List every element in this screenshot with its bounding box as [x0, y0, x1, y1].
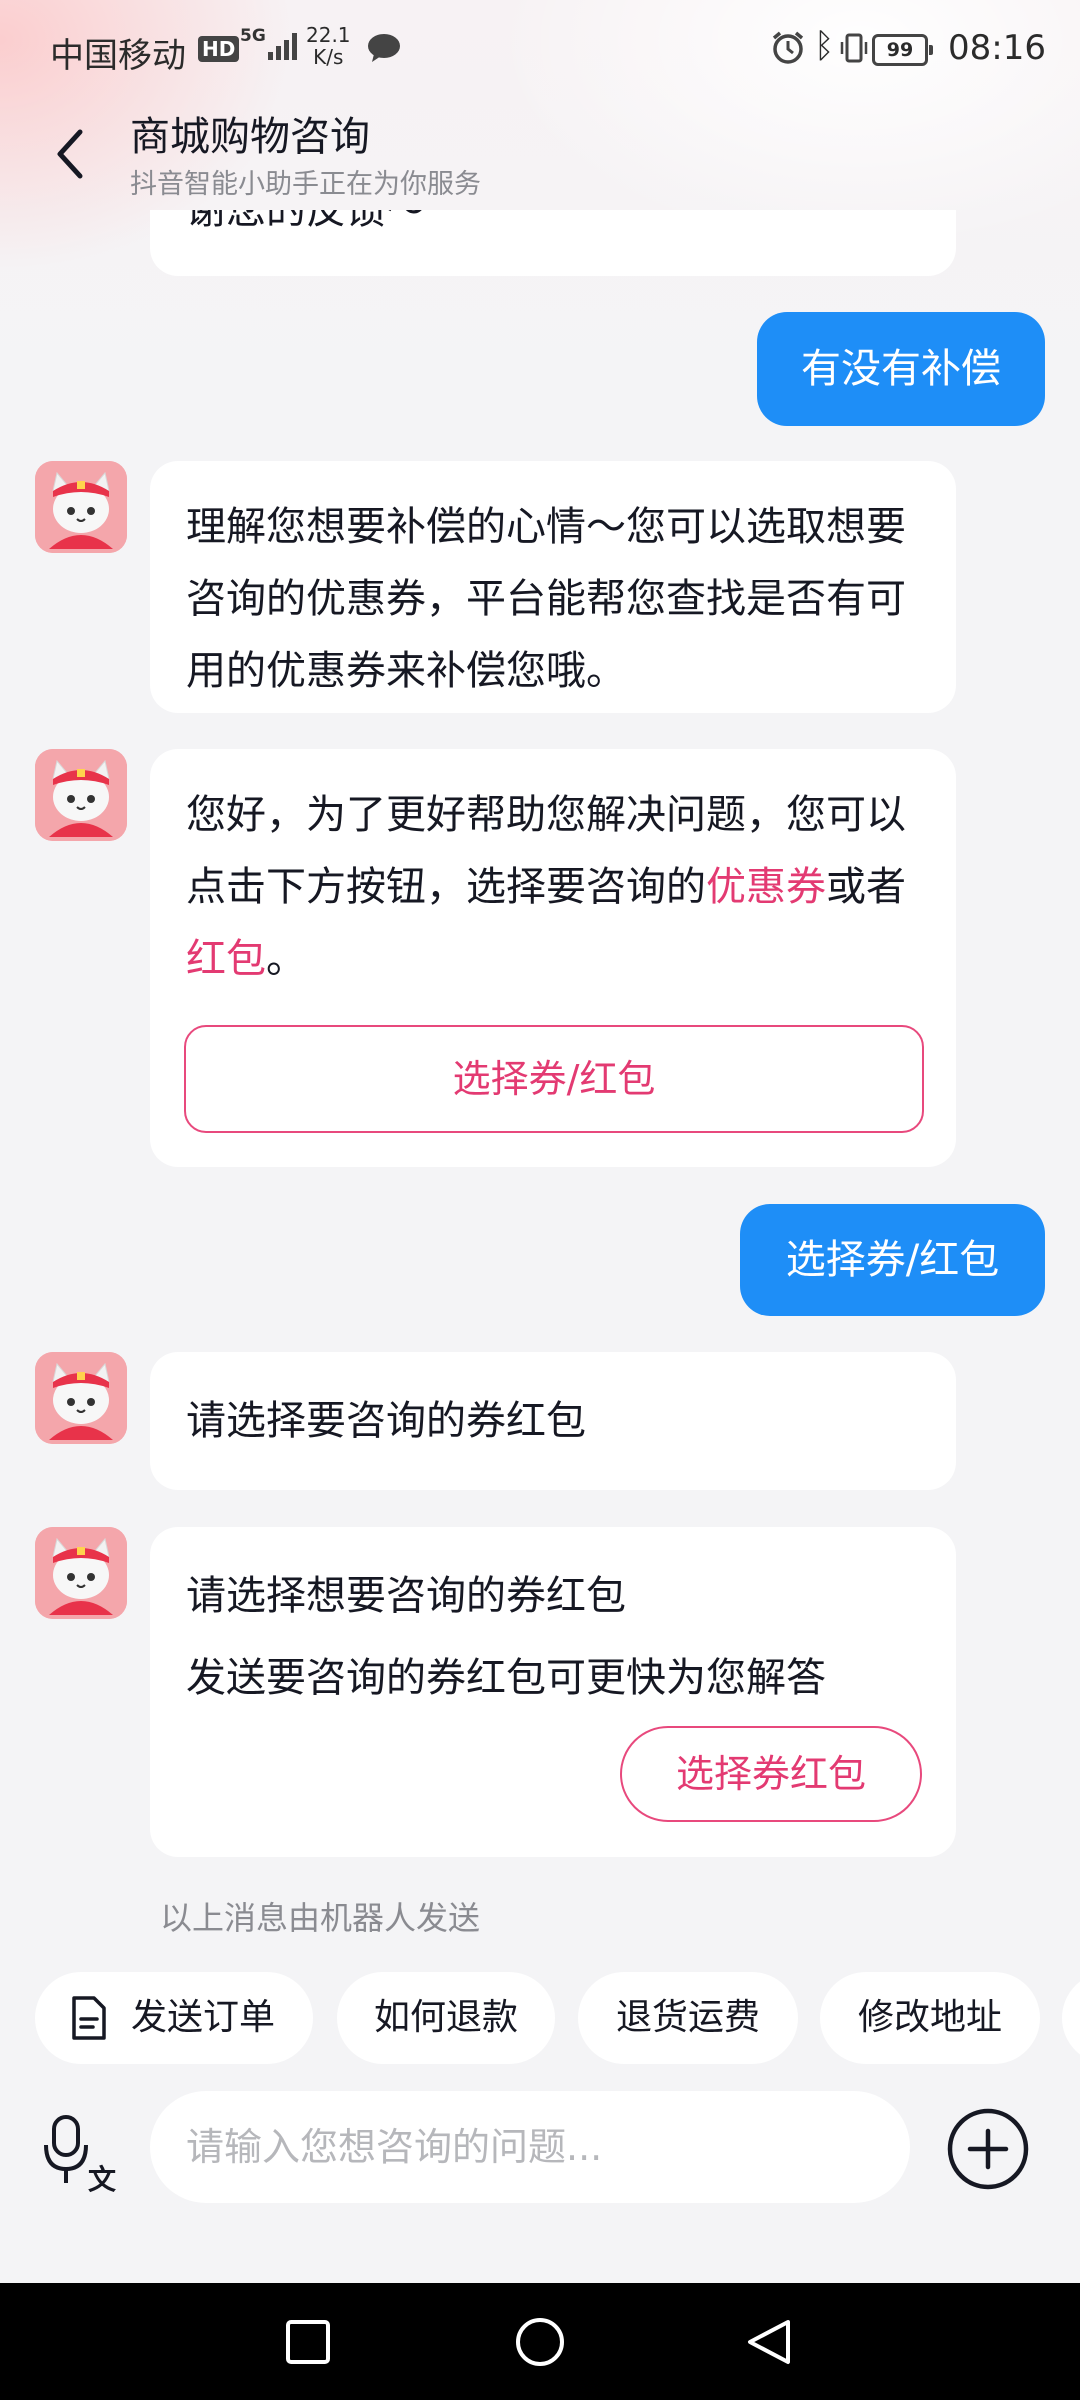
message-line: 发送要咨询的券红包可更快为您解答: [186, 1655, 826, 1701]
robot-mascot-icon: [35, 1352, 127, 1444]
robot-mascot-icon: [35, 749, 127, 841]
hd-badge: HD: [198, 36, 240, 62]
speed-value: 22.1: [306, 23, 351, 47]
bot-message: 请选择要咨询的券红包: [150, 1352, 956, 1490]
chip-more[interactable]: [1062, 1972, 1080, 2064]
battery-indicator: 99: [872, 34, 933, 66]
button-label: 选择券红包: [675, 1752, 866, 1796]
message-text: 或者: [826, 864, 906, 910]
page-title: 商城购物咨询: [130, 114, 370, 160]
bluetooth-icon: ᛒ: [814, 26, 835, 66]
bot-avatar[interactable]: [35, 461, 127, 553]
user-message[interactable]: 选择券/红包: [740, 1204, 1045, 1316]
add-more-icon[interactable]: [946, 2107, 1030, 2191]
bot-avatar[interactable]: [35, 749, 127, 841]
bot-message: 谢您的反馈～: [150, 210, 956, 276]
message-text: 有没有补偿: [801, 346, 1001, 392]
bot-message: 理解您想要补偿的心情～您可以选取想要咨询的优惠券，平台能帮您查找是否有可用的优惠…: [150, 461, 956, 713]
clock: 08:16: [948, 28, 1046, 68]
network-speed: 22.1 K/s: [306, 24, 351, 68]
select-red-packet-button[interactable]: 选择券红包: [620, 1726, 922, 1822]
chip-label: 如何退款: [373, 1997, 518, 2038]
coupon-link[interactable]: 优惠券: [706, 864, 826, 910]
speed-unit: K/s: [313, 45, 344, 69]
recent-apps-icon[interactable]: [284, 2318, 332, 2366]
network-type: 5G: [240, 26, 266, 46]
message-input[interactable]: 请输入您想咨询的问题...: [150, 2091, 910, 2203]
message-text: 谢您的反馈～: [186, 210, 426, 233]
chip-return-shipping[interactable]: 退货运费: [578, 1972, 798, 2064]
alarm-icon: [772, 31, 804, 64]
robot-mascot-icon: [35, 461, 127, 553]
message-text: 请选择要咨询的券红包: [186, 1398, 586, 1444]
chat-header: 商城购物咨询 抖音智能小助手正在为你服务: [0, 100, 1080, 210]
bot-avatar[interactable]: [35, 1527, 127, 1619]
user-message[interactable]: 有没有补偿: [757, 312, 1045, 426]
page-subtitle: 抖音智能小助手正在为你服务: [130, 169, 481, 200]
status-bar: 中国移动 HD 5G 22.1 K/s ᛒ 99 08:16: [0, 0, 1080, 100]
message-text: 理解您想要补偿的心情～您可以选取想要咨询的优惠券，平台能帮您查找是否有可用的优惠…: [186, 504, 906, 694]
message-notification-icon: [368, 34, 400, 62]
chip-refund[interactable]: 如何退款: [337, 1972, 555, 2064]
chip-label: 发送订单: [131, 1997, 276, 2038]
document-icon: [72, 1996, 106, 2040]
quick-reply-bar[interactable]: 发送订单 如何退款 退货运费 修改地址: [0, 1972, 1080, 2068]
message-text: 选择券/红包: [785, 1237, 1000, 1283]
bot-avatar[interactable]: [35, 1352, 127, 1444]
home-icon[interactable]: [514, 2316, 566, 2368]
signal-icon: [268, 33, 297, 60]
carrier-name: 中国移动: [50, 36, 186, 76]
message-text: 。: [266, 936, 306, 982]
chip-label: 修改地址: [857, 1997, 1002, 2038]
voice-input-icon[interactable]: 文: [40, 2113, 120, 2193]
input-bar: 文 请输入您想咨询的问题...: [0, 2085, 1080, 2215]
vibrate-icon: [840, 33, 868, 63]
back-icon[interactable]: [744, 2316, 796, 2368]
select-coupon-button[interactable]: 选择券/红包: [184, 1025, 924, 1133]
back-arrow-icon[interactable]: [40, 118, 100, 188]
robot-notice: 以上消息由机器人发送: [160, 1899, 481, 1937]
bot-message-clip: 谢您的反馈～: [150, 210, 956, 276]
chip-send-order[interactable]: 发送订单: [35, 1972, 313, 2064]
button-label: 选择券/红包: [452, 1057, 656, 1101]
red-packet-link[interactable]: 红包: [186, 936, 266, 982]
svg-text:文: 文: [88, 2163, 116, 2193]
message-line: 请选择想要咨询的券红包: [186, 1573, 626, 1619]
chip-change-address[interactable]: 修改地址: [820, 1972, 1040, 2064]
chip-label: 退货运费: [615, 1997, 760, 2038]
system-navigation-bar: [0, 2283, 1080, 2400]
robot-mascot-icon: [35, 1527, 127, 1619]
